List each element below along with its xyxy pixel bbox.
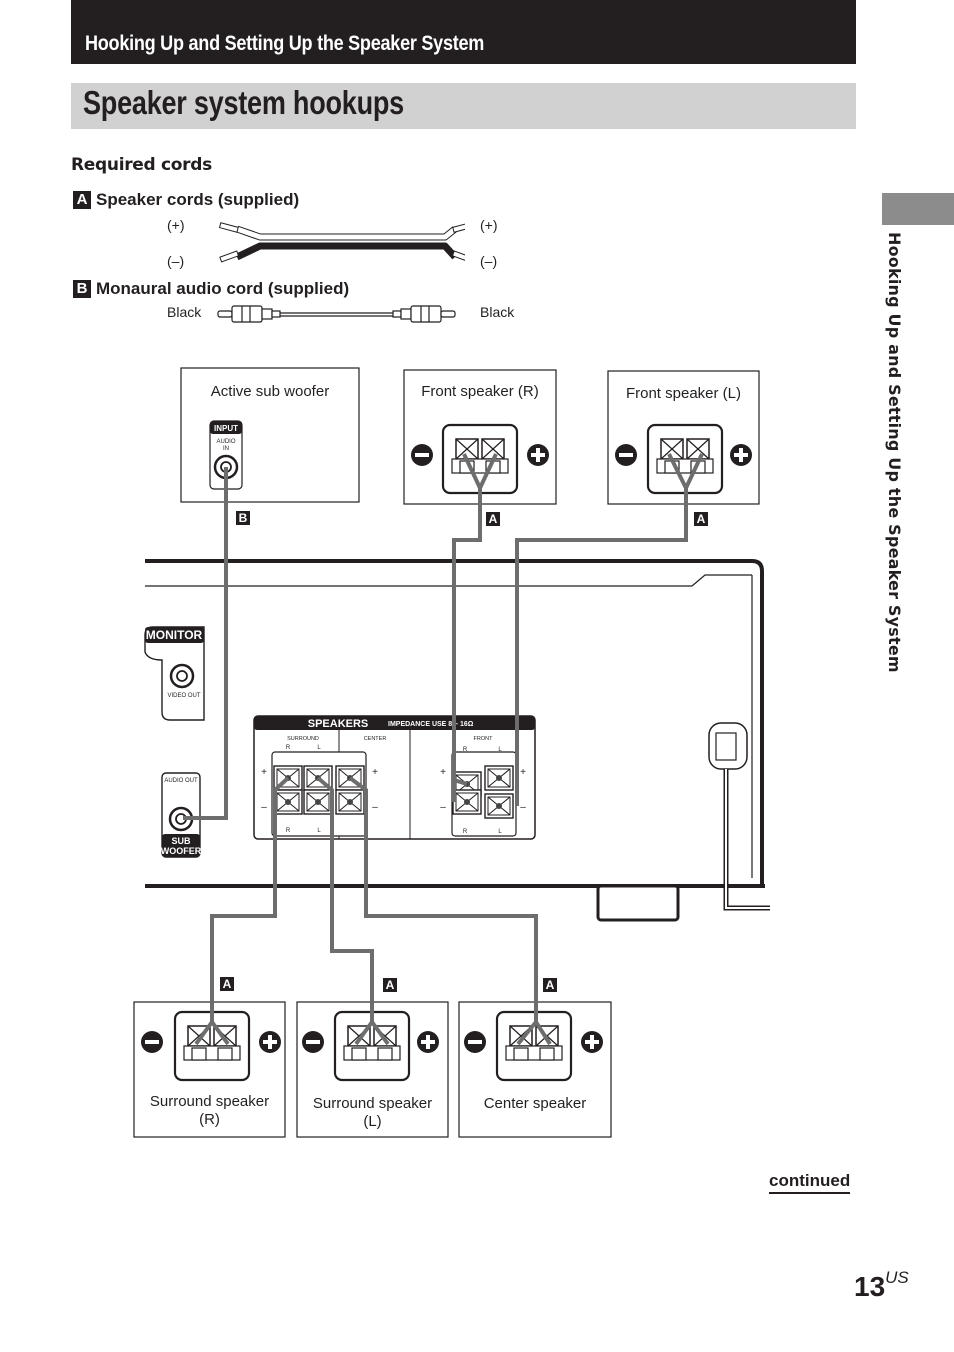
page-number-value: 13 (854, 1271, 886, 1302)
audio-in-label-2: IN (223, 446, 229, 452)
surround-left-label-1: Surround speaker (312, 1095, 433, 1112)
surround-plus: + (261, 767, 267, 778)
input-label: INPUT (214, 424, 238, 433)
cord-badge-subwoofer: B (236, 511, 250, 525)
sub-label: SUB (171, 836, 191, 846)
front-r-bottom: R (463, 829, 468, 835)
front-label: FRONT (474, 736, 494, 742)
hookup-diagram: MONITOR VIDEO OUT AUDIO OUT SUB WOOFER S… (133, 367, 770, 1138)
surround-right-label-2: (R) (199, 1111, 220, 1128)
monitor-video-out-panel: MONITOR VIDEO OUT (144, 626, 205, 721)
center-minus: – (372, 802, 378, 813)
receiver-speakers-terminal-panel: SPEAKERS IMPEDANCE USE 8 – 16Ω SURROUND … (253, 715, 536, 840)
front-left-label: Front speaker (L) (625, 385, 742, 402)
front-plus-right: + (520, 767, 526, 778)
front-minus-left: – (440, 802, 446, 813)
continued-label: continued (769, 1171, 851, 1194)
subwoofer-label: Active sub woofer (210, 383, 330, 400)
front-minus-right: – (520, 802, 526, 813)
speakers-title: SPEAKERS (308, 718, 369, 730)
surround-r-bottom: R (286, 828, 291, 834)
surround-label: SURROUND (287, 736, 319, 742)
center-plus: + (372, 767, 378, 778)
cord-badge-surround-left: A (383, 978, 397, 992)
front-r-top: R (463, 747, 468, 753)
surround-left-label-2: (L) (363, 1113, 382, 1130)
surround-minus: – (261, 802, 267, 813)
audio-in-label-1: AUDIO (216, 439, 235, 445)
cord-badge-front-left: A (694, 512, 708, 526)
center-speaker-label: Center speaker (483, 1095, 587, 1112)
woofer-label: WOOFER (161, 846, 202, 856)
cord-badge-front-right: A (486, 512, 500, 526)
page-number-suffix: US (885, 1268, 909, 1287)
audio-out-label: AUDIO OUT (164, 778, 198, 784)
subwoofer-audio-out-panel: AUDIO OUT SUB WOOFER (161, 772, 202, 858)
impedance-label: IMPEDANCE USE 8 – 16Ω (388, 721, 474, 728)
front-right-label: Front speaker (R) (421, 383, 539, 400)
center-label: CENTER (364, 736, 387, 742)
page-number: 13US (854, 1268, 909, 1303)
surround-r-top: R (286, 745, 291, 751)
surround-right-label-1: Surround speaker (149, 1093, 270, 1110)
cord-badge-center: A (543, 978, 557, 992)
cord-badge-surround-right: A (220, 977, 234, 991)
monitor-label: MONITOR (146, 628, 203, 642)
video-out-label: VIDEO OUT (167, 693, 200, 699)
wire-front-left (515, 488, 688, 806)
front-plus-left: + (440, 767, 446, 778)
